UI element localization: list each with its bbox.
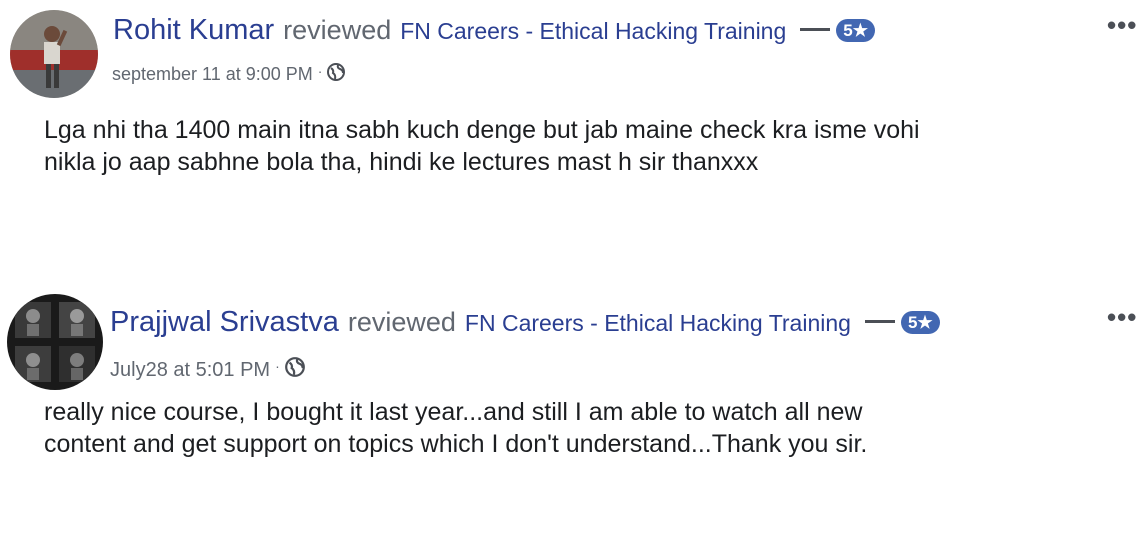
review-text-line: Lga nhi tha 1400 main itna sabh kuch den… — [44, 116, 920, 144]
author-name[interactable]: Rohit Kumar — [113, 14, 274, 47]
timestamp-link[interactable]: september 11 at 9:00 PM — [112, 64, 313, 85]
meta-separator: · — [317, 62, 323, 79]
author-name[interactable]: Prajjwal Srivastva — [110, 306, 339, 339]
review-meta: July28 at 5:01 PM · — [110, 356, 306, 384]
meta-separator: · — [275, 358, 280, 374]
globe-icon[interactable] — [284, 356, 306, 384]
review-text-line: content and get support on topics which … — [44, 430, 868, 458]
review-header: Prajjwal Srivastva reviewed FN Careers -… — [110, 306, 940, 339]
rating-badge: 5★ — [836, 19, 875, 42]
review-text: really nice course, I bought it last yea… — [44, 396, 1124, 460]
rating-divider — [864, 320, 895, 323]
page-link[interactable]: FN Careers - Ethical Hacking Training — [400, 18, 786, 45]
review-verb: reviewed — [347, 307, 456, 337]
review-meta: september 11 at 9:00 PM · — [112, 62, 346, 87]
page-link[interactable]: FN Careers - Ethical Hacking Training — [465, 310, 851, 337]
review-text: Lga nhi tha 1400 main itna sabh kuch den… — [44, 114, 1124, 178]
review-verb: reviewed — [283, 15, 392, 45]
globe-icon[interactable] — [326, 62, 346, 87]
review-card: Prajjwal Srivastva reviewed FN Careers -… — [0, 290, 1148, 546]
review-text-line: really nice course, I bought it last yea… — [44, 398, 863, 426]
avatar-photo — [10, 10, 98, 98]
review-card: Rohit Kumar reviewed FN Careers - Ethica… — [0, 0, 1148, 260]
review-header: Rohit Kumar reviewed FN Careers - Ethica… — [113, 14, 875, 47]
rating-badge: 5★ — [900, 311, 940, 334]
avatar-photo — [7, 294, 103, 390]
more-options-icon[interactable]: ••• — [1107, 302, 1137, 333]
rating-divider — [800, 28, 831, 31]
review-text-line: nikla jo aap sabhne bola tha, hindi ke l… — [44, 148, 759, 176]
timestamp-link[interactable]: July28 at 5:01 PM — [110, 359, 270, 382]
avatar[interactable] — [7, 294, 103, 390]
more-options-icon[interactable]: ••• — [1107, 10, 1137, 41]
avatar[interactable] — [10, 10, 98, 98]
